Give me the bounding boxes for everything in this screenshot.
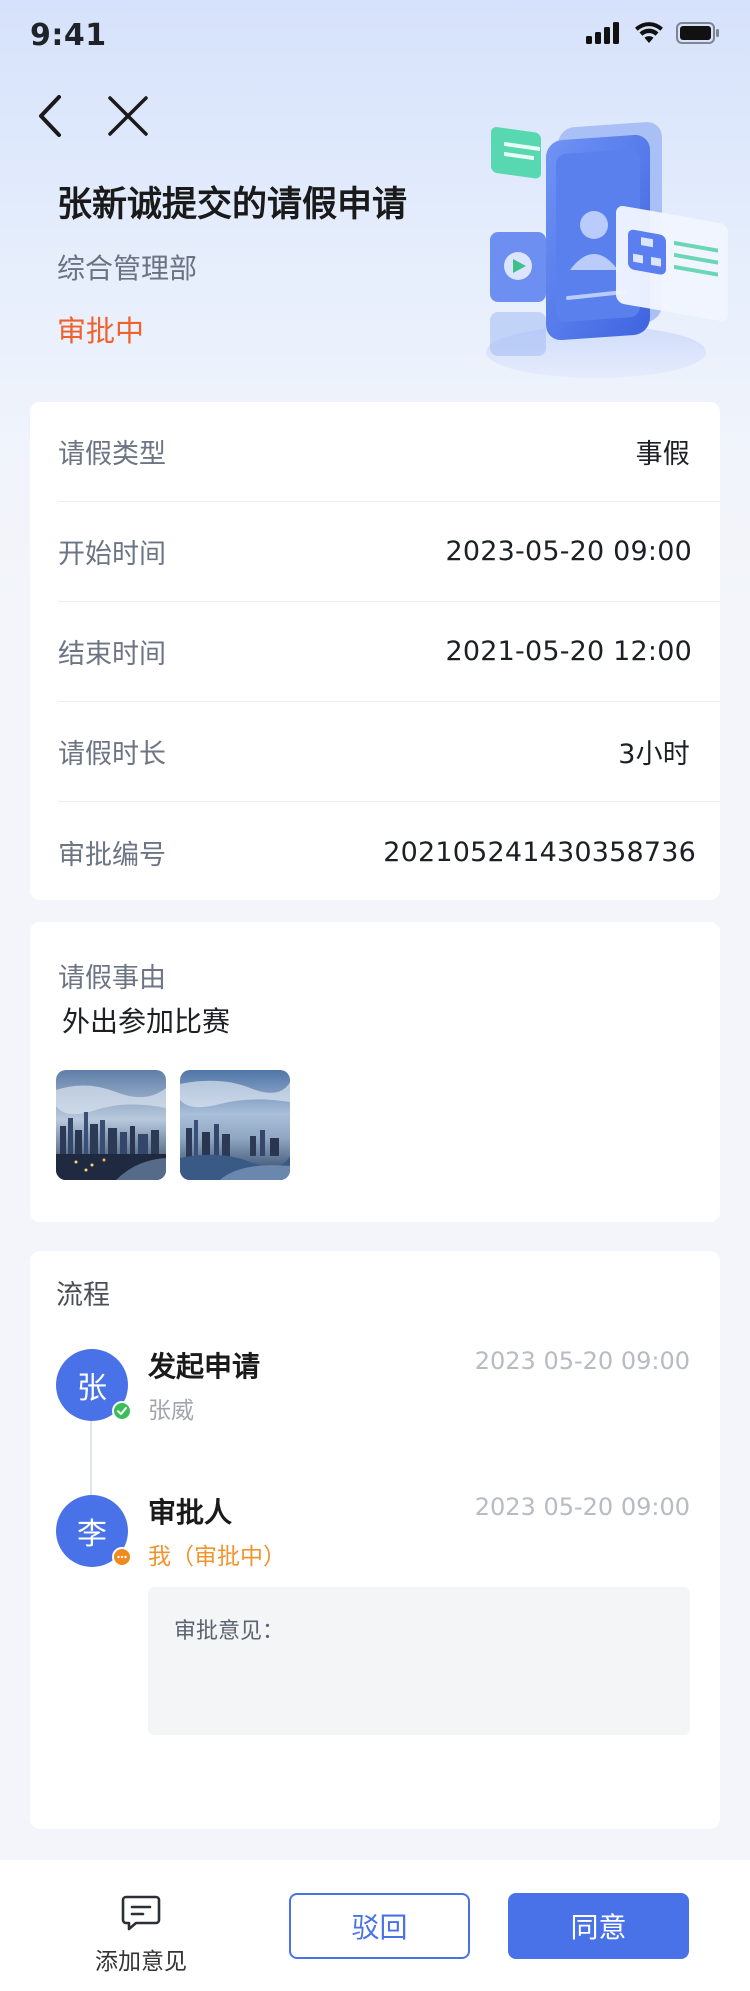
add-comment-label: 添加意见 xyxy=(95,1949,187,1975)
detail-row-end-time: 结束时间 2021-05-20 12:00 xyxy=(58,602,720,702)
reject-button[interactable]: 驳回 xyxy=(289,1893,470,1959)
back-button[interactable] xyxy=(26,88,74,144)
phone-illustration-icon xyxy=(486,122,728,378)
signal-icon xyxy=(586,22,619,44)
detail-row-approval-number: 审批编号 202105241430358736 xyxy=(58,802,720,902)
detail-row-start-time: 开始时间 2023-05-20 09:00 xyxy=(58,502,720,602)
detail-value: 2021-05-20 12:00 xyxy=(445,636,692,667)
leave-details-card: 请假类型 事假 开始时间 2023-05-20 09:00 结束时间 2021-… xyxy=(30,402,720,900)
step-person: 我（审批中） xyxy=(148,1544,286,1570)
chevron-left-icon xyxy=(39,95,61,137)
city-photo-icon xyxy=(180,1070,290,1180)
avatar-text: 张 xyxy=(77,1371,107,1406)
status-time: 9:41 xyxy=(30,18,107,53)
approval-status: 审批中 xyxy=(57,314,145,348)
add-comment-button[interactable]: 添加意见 xyxy=(86,1894,196,1975)
detail-label: 开始时间 xyxy=(58,539,166,570)
completed-badge xyxy=(112,1401,132,1421)
comment-icon xyxy=(121,1895,161,1931)
approval-comment-box[interactable]: 审批意见： xyxy=(148,1587,690,1735)
wifi-icon xyxy=(635,22,663,43)
page: 9:41 张新诚提交的请假申请 综合管理部 审批中 请假类型 事假 开始时间 2… xyxy=(0,0,750,1991)
detail-label: 结束时间 xyxy=(58,639,166,670)
department-label: 综合管理部 xyxy=(57,252,198,285)
check-icon xyxy=(117,1407,127,1415)
agree-button[interactable]: 同意 xyxy=(508,1893,689,1959)
flow-title: 流程 xyxy=(56,1280,110,1311)
leave-reason-card: 请假事由 外出参加比赛 xyxy=(30,922,720,1222)
detail-row-leave-type: 请假类型 事假 xyxy=(58,402,720,502)
step-name: 审批人 xyxy=(148,1496,233,1529)
bottom-action-bar: 添加意见 驳回 同意 xyxy=(0,1860,750,1991)
detail-value: 3小时 xyxy=(618,739,690,770)
detail-label: 请假类型 xyxy=(58,439,166,470)
avatar-text: 李 xyxy=(77,1517,107,1552)
detail-value: 202105241430358736 xyxy=(383,836,696,868)
detail-row-duration: 请假时长 3小时 xyxy=(58,702,720,802)
approval-flow-card: 流程 张 发起申请 张威 2023 05-20 09:00 李 审批人 我（审批… xyxy=(30,1251,720,1829)
step-time: 2023 05-20 09:00 xyxy=(474,1493,690,1521)
more-icon xyxy=(117,1555,127,1559)
detail-label: 请假时长 xyxy=(58,739,166,770)
step-name: 发起申请 xyxy=(148,1350,261,1383)
close-icon xyxy=(108,96,148,136)
attachment-photo[interactable] xyxy=(56,1070,166,1180)
status-icons xyxy=(586,22,720,44)
reason-text: 外出参加比赛 xyxy=(62,1005,231,1038)
pending-badge xyxy=(112,1547,132,1567)
reason-label: 请假事由 xyxy=(58,963,166,994)
city-photo-icon xyxy=(56,1070,166,1180)
comment-label: 审批意见： xyxy=(174,1619,285,1644)
step-person: 张威 xyxy=(148,1398,194,1424)
close-button[interactable] xyxy=(104,90,152,142)
detail-label: 审批编号 xyxy=(58,839,166,871)
step-time: 2023 05-20 09:00 xyxy=(474,1347,690,1375)
battery-icon xyxy=(676,22,719,44)
page-title: 张新诚提交的请假申请 xyxy=(57,185,408,225)
attachment-photo[interactable] xyxy=(180,1070,290,1180)
detail-value: 事假 xyxy=(635,439,690,470)
status-bar: 9:41 xyxy=(0,0,750,70)
detail-value: 2023-05-20 09:00 xyxy=(445,536,692,567)
